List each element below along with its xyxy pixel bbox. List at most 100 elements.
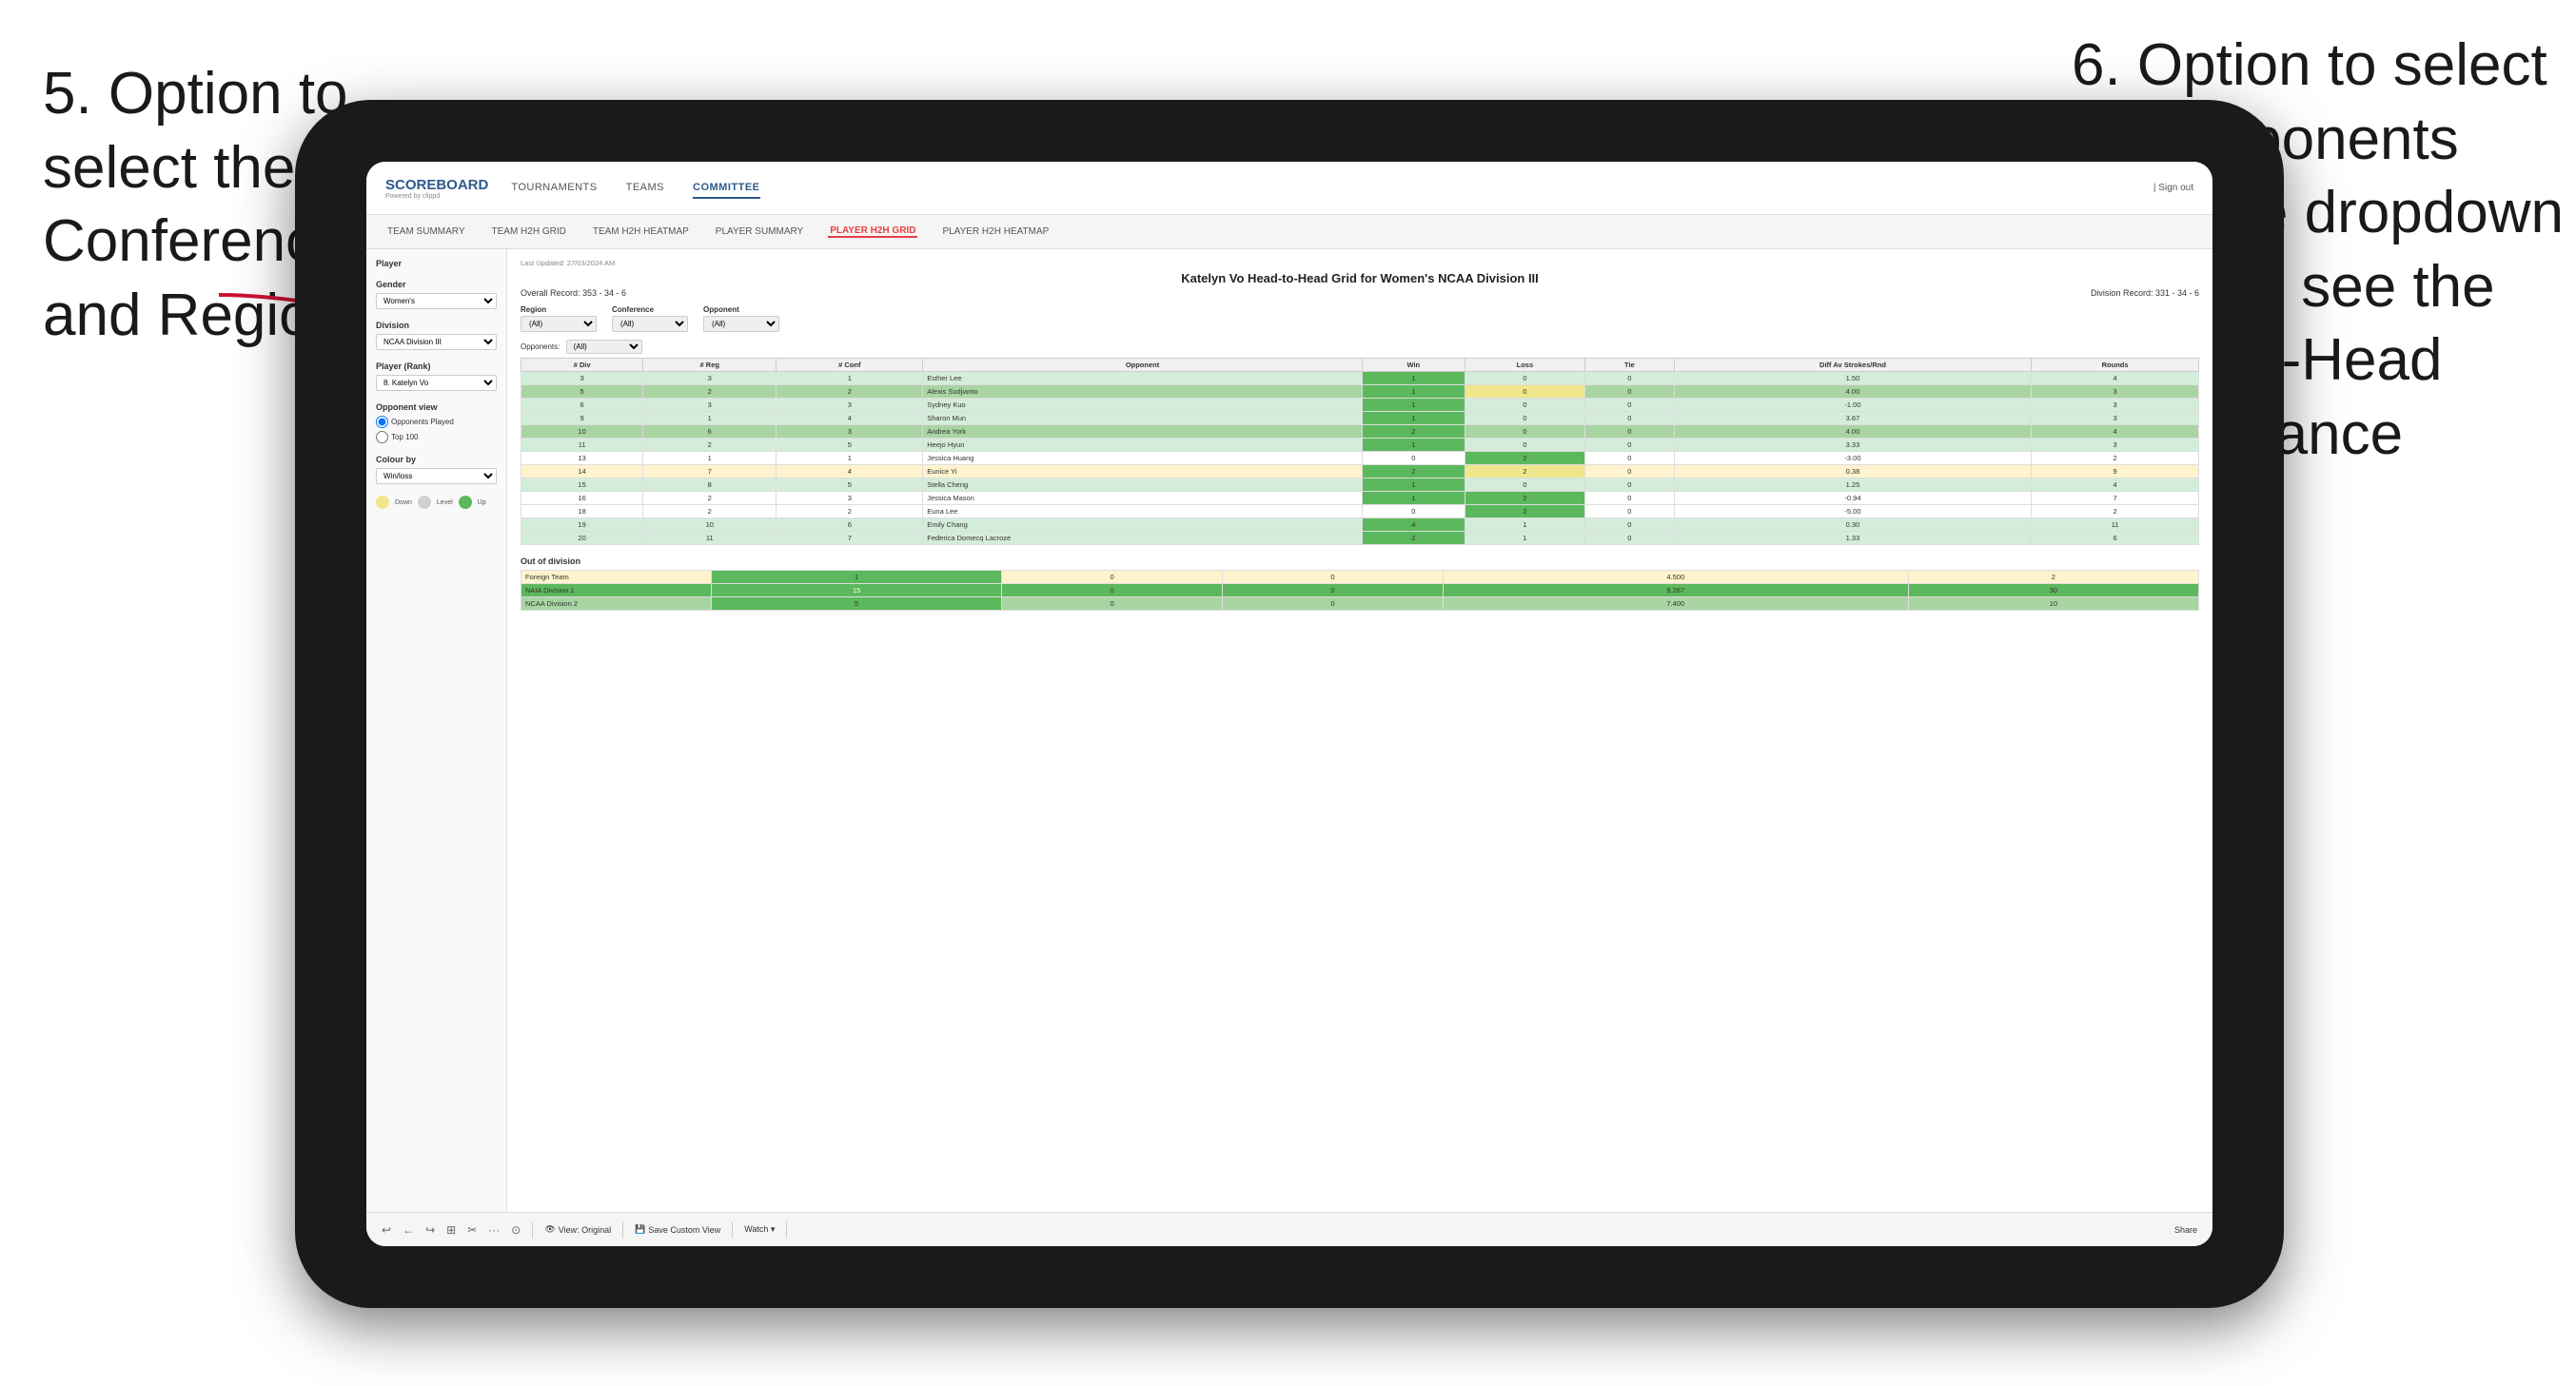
logo-sub: Powered by clippd [385,193,488,200]
opponent-select[interactable]: (All) [703,316,779,332]
sidebar-player-section: Player [376,259,497,268]
toolbar-separator [532,1221,533,1239]
legend-down-dot [376,496,389,509]
toolbar-separator-4 [786,1221,787,1239]
subnav-player-summary[interactable]: PLAYER SUMMARY [714,226,805,237]
col-conf: # Conf [777,359,923,372]
table-row: 20117 Federica Domecq Lacroze 210 1.336 [521,532,2199,545]
opponents-dropdown[interactable]: (All) [566,340,642,354]
out-of-division-section: Out of division Foreign Team 1 0 0 4.500… [521,556,2199,611]
table-row: 1063 Andrea York 200 4.004 [521,425,2199,439]
sidebar-division-label: Division [376,321,497,330]
nav-teams[interactable]: TEAMS [626,178,664,199]
opponents-label: Opponents: (All) [521,340,2199,354]
subnav-player-h2h-grid[interactable]: PLAYER H2H GRID [828,225,917,238]
bottom-toolbar: ↩ ← ↪ ⊞ ✂ ··· ⊙ 👁 View: Original 💾 Save … [366,1212,2212,1246]
col-opponent: Opponent [923,359,1363,372]
subnav-team-summary[interactable]: TEAM SUMMARY [385,226,467,237]
table-row: 331 Esther Lee 100 1.504 [521,372,2199,385]
out-of-division-label: Out of division [521,556,2199,566]
records-row: Overall Record: 353 - 34 - 6 Division Re… [521,288,2199,298]
back-icon[interactable]: ← [403,1223,414,1237]
sidebar-colour-by-label: Colour by [376,455,497,464]
save-custom-label: Save Custom View [648,1225,720,1235]
save-icon: 💾 [635,1224,645,1235]
logo-text: SCOREBOARD [385,177,488,193]
tablet-device: SCOREBOARD Powered by clippd TOURNAMENTS… [295,100,2284,1308]
sidebar-division-section: Division NCAA Division III [376,321,497,350]
conference-filter: Conference (All) [612,305,688,332]
division-record: Division Record: 331 - 34 - 6 [2091,288,2199,298]
table-row: 1585 Stella Cheng 100 1.254 [521,478,2199,492]
update-text: Last Updated: 27/03/2024 AM [521,259,2199,267]
dots-icon[interactable]: ··· [488,1223,500,1237]
col-tie: Tie [1584,359,1674,372]
table-row: 1822 Euna Lee 020 -5.002 [521,505,2199,518]
sidebar-playerrank-section: Player (Rank) 8. Katelyn Vo [376,361,497,391]
table-row: 1311 Jessica Huang 020 -3.002 [521,452,2199,465]
main-content: Player Gender Women's Division NCAA Divi… [366,249,2212,1212]
sidebar-colour-by-section: Colour by Win/loss [376,455,497,484]
toolbar-separator-2 [622,1221,623,1239]
legend-level-dot [418,496,431,509]
region-select[interactable]: (All) [521,316,597,332]
main-data-table: # Div # Reg # Conf Opponent Win Loss Tie… [521,358,2199,545]
table-row: Foreign Team 1 0 0 4.500 2 [521,571,2199,584]
sign-out[interactable]: | Sign out [2153,183,2193,193]
sidebar-colour-by-select[interactable]: Win/loss [376,468,497,484]
sidebar-playerrank-select[interactable]: 8. Katelyn Vo [376,375,497,391]
sidebar-gender-select[interactable]: Women's [376,293,497,309]
table-row: 914 Sharon Mun 100 3.673 [521,412,2199,425]
filter-row: Region (All) Conference (All) Opponent [521,305,2199,332]
table-row: 522 Alexis Sudjianto 100 4.003 [521,385,2199,399]
out-of-division-table: Foreign Team 1 0 0 4.500 2 NAIA Division… [521,570,2199,611]
region-filter: Region (All) [521,305,597,332]
tablet-screen: SCOREBOARD Powered by clippd TOURNAMENTS… [366,162,2212,1246]
sidebar-playerrank-label: Player (Rank) [376,361,497,371]
legend-row: Down Level Up [376,496,497,509]
redo-icon[interactable]: ↪ [425,1223,435,1237]
share-label: Share [2174,1225,2197,1235]
view-original-label: View: Original [559,1225,611,1235]
cut-icon[interactable]: ✂ [467,1223,477,1237]
share-button[interactable]: Share [2174,1225,2197,1235]
view-original-button[interactable]: 👁 View: Original [544,1224,611,1235]
region-label: Region [521,305,597,314]
grid-title: Katelyn Vo Head-to-Head Grid for Women's… [521,271,2199,285]
table-row: 19106 Emily Chang 410 0.3011 [521,518,2199,532]
sub-navigation: TEAM SUMMARY TEAM H2H GRID TEAM H2H HEAT… [366,215,2212,249]
subnav-player-h2h-heatmap[interactable]: PLAYER H2H HEATMAP [940,226,1051,237]
logo: SCOREBOARD Powered by clippd [385,177,488,200]
subnav-team-h2h-heatmap[interactable]: TEAM H2H HEATMAP [591,226,691,237]
table-row: NCAA Division 2 5 0 0 7.400 10 [521,597,2199,611]
sidebar: Player Gender Women's Division NCAA Divi… [366,249,507,1212]
subnav-team-h2h-grid[interactable]: TEAM H2H GRID [490,226,568,237]
sidebar-player-label: Player [376,259,497,268]
opponent-label: Opponent [703,305,779,314]
col-div: # Div [521,359,643,372]
col-reg: # Reg [643,359,777,372]
overall-record: Overall Record: 353 - 34 - 6 [521,288,626,298]
legend-up-dot [459,496,472,509]
watch-button[interactable]: Watch ▾ [744,1224,775,1235]
save-custom-view-button[interactable]: 💾 Save Custom View [635,1224,720,1235]
undo-icon[interactable]: ↩ [382,1223,391,1237]
view-icon: 👁 [544,1224,555,1235]
nav-tournaments[interactable]: TOURNAMENTS [511,178,597,199]
table-row: NAIA Division 1 15 0 0 9.267 30 [521,584,2199,597]
conference-select[interactable]: (All) [612,316,688,332]
nav-committee[interactable]: COMMITTEE [693,178,760,199]
table-row: 1474 Eunice Yi 220 0.389 [521,465,2199,478]
opponent-filter: Opponent (All) [703,305,779,332]
sidebar-division-select[interactable]: NCAA Division III [376,334,497,350]
table-row: 1125 Heejo Hyun 100 3.333 [521,439,2199,452]
col-rounds: Rounds [2032,359,2199,372]
watch-label: Watch ▾ [744,1224,775,1235]
sidebar-opponent-view-section: Opponent view Opponents Played Top 100 [376,402,497,443]
sidebar-radio-opponents-played[interactable]: Opponents Played [376,416,497,428]
nav-links: TOURNAMENTS TEAMS COMMITTEE [511,178,2153,199]
sidebar-radio-top100[interactable]: Top 100 [376,431,497,443]
grid-icon[interactable]: ⊞ [446,1223,456,1237]
refresh-icon[interactable]: ⊙ [511,1223,521,1237]
legend-level-text: Level [437,499,453,506]
